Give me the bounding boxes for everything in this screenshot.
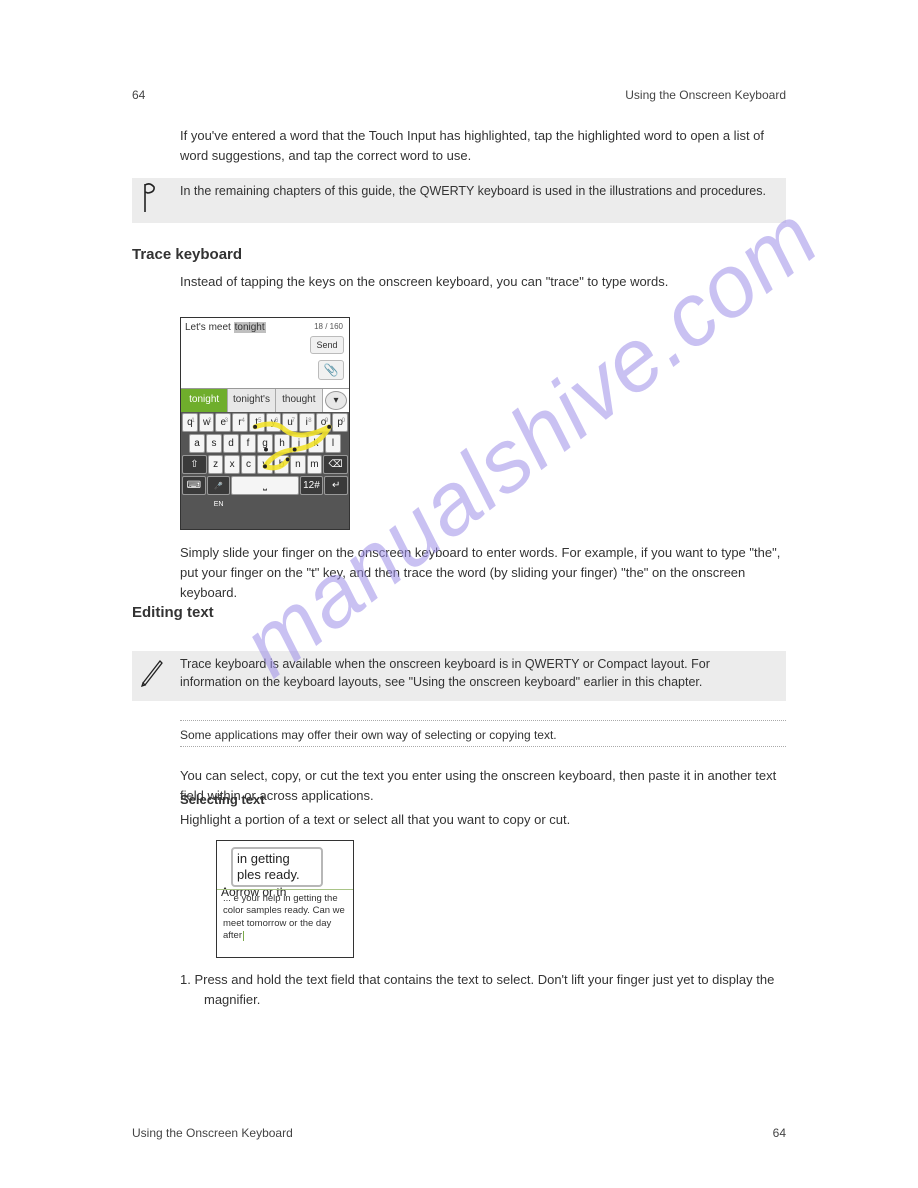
message-compose-area: Let's meet tonight 18 / 160 Send 📎 (181, 318, 349, 388)
key-t[interactable]: 5t (249, 413, 265, 432)
running-header: Using the Onscreen Keyboard (625, 88, 786, 102)
suggestion-1[interactable]: tonight (181, 389, 228, 412)
callout1-text: In the remaining chapters of this guide,… (180, 184, 766, 198)
suggestion-3[interactable]: thought (276, 389, 323, 412)
key-q[interactable]: 1q (182, 413, 198, 432)
send-button[interactable]: Send (310, 336, 344, 354)
key-v[interactable]: v (257, 455, 272, 474)
mag-line-2: ples ready. (237, 867, 317, 883)
key-s[interactable]: s (206, 434, 222, 453)
edit-paragraph-2: Highlight a portion of a text or select … (180, 810, 786, 830)
mag-line-1: in getting (237, 851, 317, 867)
key-a[interactable]: a (189, 434, 205, 453)
callout2-text: Trace keyboard is available when the ons… (180, 657, 710, 689)
page-number-top: 64 (132, 88, 145, 102)
screenshot-keyboard: Let's meet tonight 18 / 160 Send 📎 tonig… (180, 317, 350, 530)
trace-paragraph-2: Simply slide your finger on the onscreen… (180, 543, 786, 603)
key-u[interactable]: 7u (282, 413, 298, 432)
language-key[interactable]: 🎤EN (207, 476, 231, 495)
attach-icon[interactable]: 📎 (318, 360, 344, 380)
key-i[interactable]: 8i (299, 413, 315, 432)
key-f[interactable]: f (240, 434, 256, 453)
key-g[interactable]: g (257, 434, 273, 453)
edit-note-line: Some applications may offer their own wa… (180, 726, 786, 745)
note-callout-flag: In the remaining chapters of this guide,… (132, 178, 786, 223)
key-p[interactable]: 0p (332, 413, 348, 432)
divider-line (180, 720, 786, 721)
key-j[interactable]: j (291, 434, 307, 453)
hide-keyboard-key[interactable]: ⌨ (182, 476, 206, 495)
page-number-bottom: 64 (773, 1126, 786, 1140)
key-k[interactable]: k (308, 434, 324, 453)
compose-text-highlighted: tonight (234, 322, 266, 333)
pencil-icon (140, 655, 164, 687)
trace-paragraph-1: Instead of tapping the keys on the onscr… (180, 272, 786, 292)
key-z[interactable]: z (208, 455, 223, 474)
key-y[interactable]: 6y (266, 413, 282, 432)
suggestion-more-icon[interactable]: ▾ (325, 391, 347, 410)
text-cursor (243, 931, 244, 941)
key-c[interactable]: c (241, 455, 256, 474)
key-n[interactable]: n (290, 455, 305, 474)
onscreen-keyboard: 1q2w3e4r5t6y7u8i9o0p asdfghjkl ⇧ zxcvbnm… (181, 412, 349, 529)
key-x[interactable]: x (224, 455, 239, 474)
backspace-key[interactable]: ⌫ (323, 455, 348, 474)
key-r[interactable]: 4r (232, 413, 248, 432)
char-counter: 18 / 160 (314, 322, 343, 331)
intro-paragraph: If you've entered a word that the Touch … (180, 126, 786, 166)
enter-key[interactable]: ↵ (324, 476, 348, 495)
key-l[interactable]: l (325, 434, 341, 453)
magnifier-divider (217, 889, 353, 890)
shift-key[interactable]: ⇧ (182, 455, 207, 474)
screenshot-magnifier: in getting ples ready. Aorrow or th ... … (216, 840, 354, 958)
key-m[interactable]: m (307, 455, 322, 474)
key-h[interactable]: h (274, 434, 290, 453)
suggestion-2[interactable]: tonight's (228, 389, 275, 412)
note-callout-pencil: Trace keyboard is available when the ons… (132, 651, 786, 701)
flag-icon (140, 182, 164, 214)
key-o[interactable]: 9o (316, 413, 332, 432)
heading-trace-keyboard: Trace keyboard (132, 246, 242, 263)
magnifier-lens: in getting ples ready. (231, 847, 323, 887)
compose-text-prefix: Let's meet (185, 322, 234, 333)
key-b[interactable]: b (274, 455, 289, 474)
footer-left: Using the Onscreen Keyboard (132, 1126, 293, 1140)
key-w[interactable]: 2w (199, 413, 215, 432)
key-e[interactable]: 3e (215, 413, 231, 432)
numsym-key[interactable]: 12# (300, 476, 324, 495)
heading-editing-text: Editing text (132, 604, 214, 621)
subheading-selecting-text: Selecting text (180, 790, 786, 810)
key-d[interactable]: d (223, 434, 239, 453)
magnifier-body-text: ... e your help in getting the color sam… (223, 893, 347, 942)
step-1-text: 1. Press and hold the text field that co… (180, 970, 786, 1010)
space-key[interactable]: ⎵ (231, 476, 298, 495)
suggestion-bar: tonight tonight's thought ▾ (181, 388, 349, 412)
divider-line (180, 746, 786, 747)
